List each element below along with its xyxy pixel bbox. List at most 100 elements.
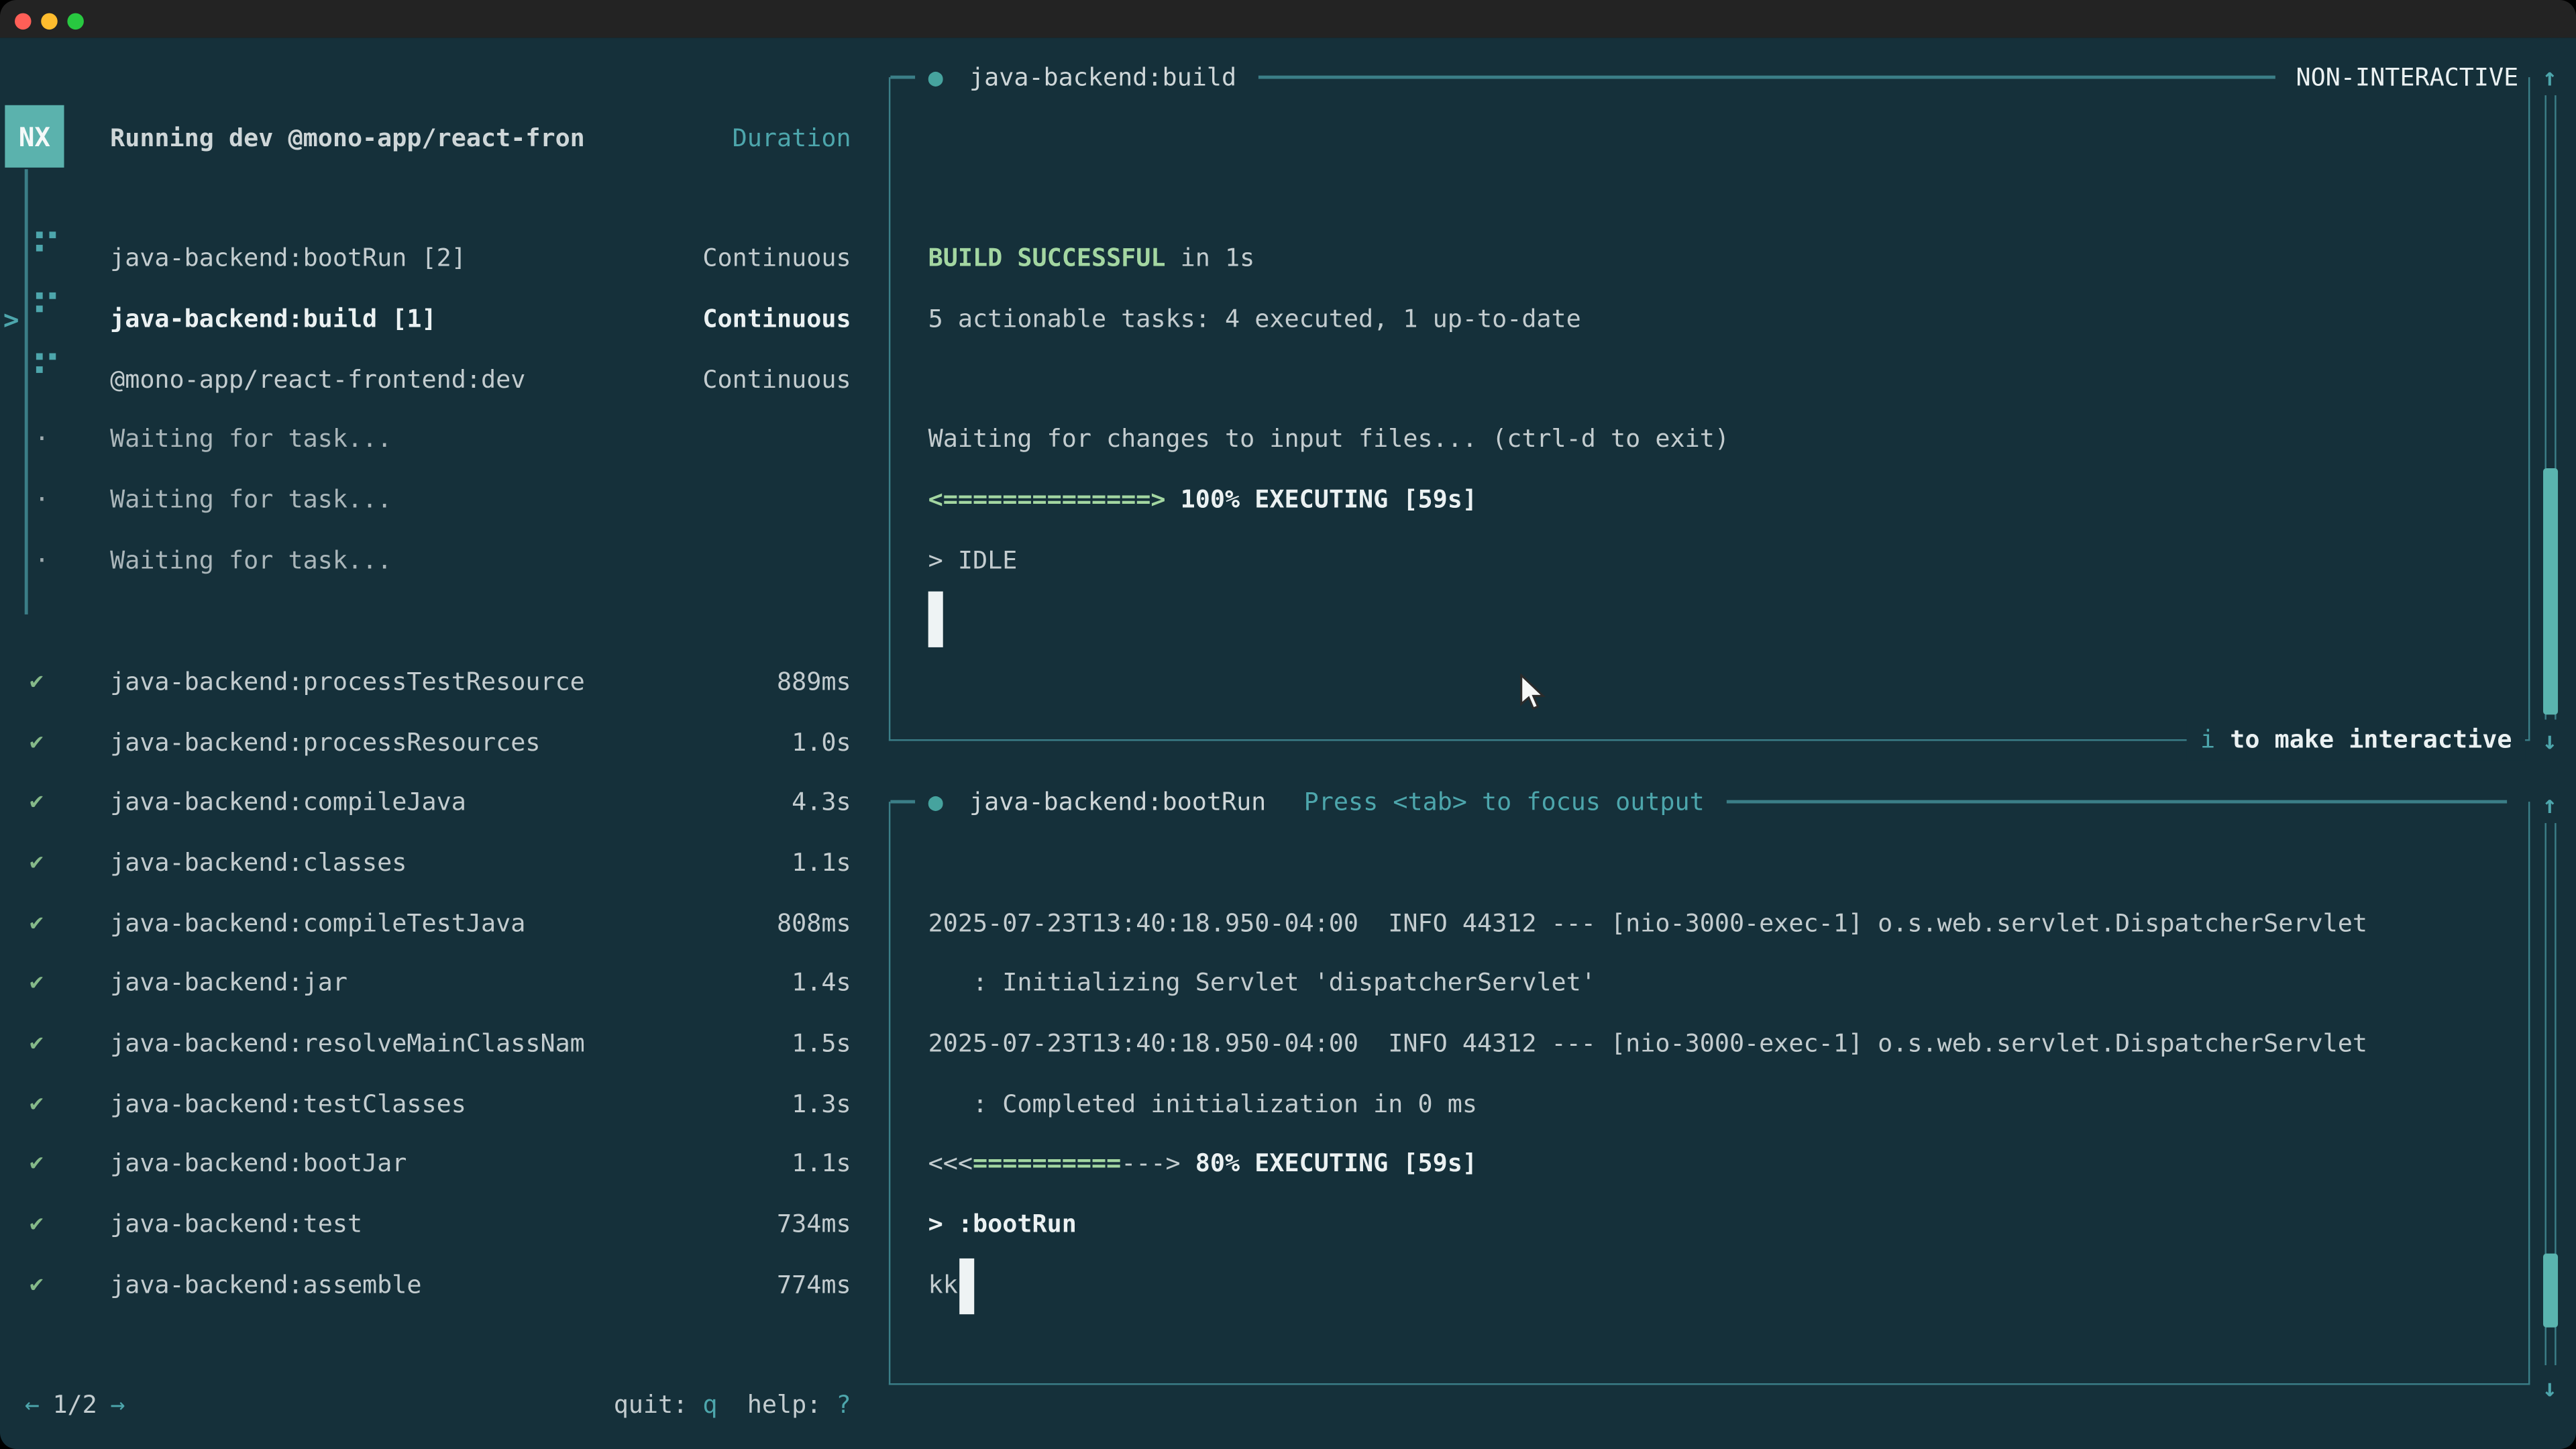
scroll-down-icon[interactable]: ↓ — [2536, 720, 2563, 763]
task-name: @mono-app/react-frontend:dev — [110, 350, 525, 411]
log-line: 2025-07-23T13:40:18.950-04:00 INFO 44312… — [928, 1022, 2367, 1065]
completed-task-row[interactable]: ✔ java-backend:processResources 1.0s — [0, 713, 887, 774]
task-duration: 1.0s — [792, 713, 851, 774]
task-status: Continuous — [702, 350, 851, 411]
checkmark-icon: ✔ — [30, 713, 44, 774]
bootrun-scrollbar-thumb[interactable] — [2543, 1254, 2558, 1328]
task-name: java-backend:bootRun [2] — [110, 228, 466, 289]
running-task-row-selected[interactable]: java-backend:build [1] Continuous — [0, 289, 887, 350]
quit-label: quit: — [614, 1390, 688, 1419]
build-progress-line: <==============> 100% EXECUTING [59s] — [928, 478, 1477, 521]
mouse-cursor-icon — [1515, 674, 1551, 720]
build-idle-line: > IDLE — [928, 539, 1018, 582]
build-summary-line: 5 actionable tasks: 4 executed, 1 up-to-… — [928, 297, 1581, 340]
bootrun-input-line[interactable]: kk — [928, 1263, 958, 1306]
completed-task-row[interactable]: ✔ java-backend:processTestResource 889ms — [0, 652, 887, 713]
minimize-button[interactable] — [41, 13, 57, 30]
checkmark-icon: ✔ — [30, 953, 44, 1014]
build-pane-title: java-backend:build — [969, 56, 1236, 99]
build-successful-text: BUILD SUCCESSFUL — [928, 243, 1166, 272]
terminal-window: NX Running dev @mono-app/react-fron Dura… — [0, 0, 2576, 1449]
task-name: java-backend:resolveMainClassNam — [110, 1014, 585, 1075]
viewport: NX Running dev @mono-app/react-fron Dura… — [0, 0, 2576, 1449]
task-duration: 1.4s — [792, 953, 851, 1014]
checkmark-icon: ✔ — [30, 1014, 44, 1075]
progress-open-glyphs: <<< — [928, 1148, 973, 1178]
page-indicator: 1/2 — [40, 1390, 111, 1419]
scroll-up-icon[interactable]: ↑ — [2536, 56, 2563, 99]
waiting-label: Waiting for task... — [110, 470, 392, 531]
bootrun-prompt-line: > :bootRun — [928, 1203, 1077, 1246]
build-time-text: in 1s — [1166, 243, 1255, 272]
waiting-task-row: · Waiting for task... — [0, 531, 887, 592]
checkmark-icon: ✔ — [30, 772, 44, 833]
task-duration: 889ms — [777, 652, 851, 713]
checkmark-icon: ✔ — [30, 1194, 44, 1255]
progress-bar-glyphs: ========== — [973, 1148, 1121, 1178]
build-pane-header: ● java-backend:build NON-INTERACTIVE — [890, 56, 2528, 99]
scroll-up-icon[interactable]: ↑ — [2536, 784, 2563, 826]
interactive-hint-key: i — [2200, 724, 2215, 754]
interactive-hint-text: to make interactive — [2215, 724, 2512, 754]
task-name: java-backend:jar — [110, 953, 347, 1014]
build-scrollbar-thumb[interactable] — [2543, 468, 2558, 714]
task-status: Continuous — [702, 289, 851, 350]
checkmark-icon: ✔ — [30, 1134, 44, 1195]
help-key: ? — [836, 1390, 851, 1419]
focus-output-hint: Press <tab> to focus output — [1304, 780, 1705, 823]
task-duration: 734ms — [777, 1194, 851, 1255]
completed-task-row[interactable]: ✔ java-backend:testClasses 1.3s — [0, 1075, 887, 1136]
waiting-task-row: · Waiting for task... — [0, 470, 887, 531]
task-name: java-backend:processResources — [110, 713, 540, 774]
completed-task-row[interactable]: ✔ java-backend:jar 1.4s — [0, 953, 887, 1014]
completed-task-row[interactable]: ✔ java-backend:test 734ms — [0, 1194, 887, 1255]
running-task-row[interactable]: java-backend:bootRun [2] Continuous — [0, 228, 887, 289]
pager[interactable]: ←1/2→ — [25, 1383, 125, 1426]
checkmark-icon: ✔ — [30, 652, 44, 713]
build-output-pane[interactable]: ● java-backend:build NON-INTERACTIVE i t… — [889, 77, 2530, 741]
task-duration: 808ms — [777, 894, 851, 955]
running-task-row[interactable]: @mono-app/react-frontend:dev Continuous — [0, 350, 887, 411]
quit-key: q — [702, 1390, 717, 1419]
bullet-icon: · — [34, 531, 49, 592]
task-name: java-backend:assemble — [110, 1255, 421, 1316]
border-stub — [890, 76, 915, 78]
close-button[interactable] — [15, 13, 31, 30]
task-duration: 1.1s — [792, 1134, 851, 1195]
scroll-down-icon[interactable]: ↓ — [2536, 1367, 2563, 1410]
keyboard-hints: quit: q help: ? — [614, 1383, 851, 1426]
window-titlebar[interactable] — [0, 0, 2576, 38]
duration-column-label: Duration — [733, 109, 851, 170]
log-line: 2025-07-23T13:40:18.950-04:00 INFO 44312… — [928, 902, 2367, 945]
task-duration: 1.1s — [792, 833, 851, 894]
log-line: : Completed initialization in 0 ms — [928, 1083, 1477, 1126]
task-name: java-backend:compileJava — [110, 772, 466, 833]
checkmark-icon: ✔ — [30, 1075, 44, 1136]
waiting-label: Waiting for task... — [110, 531, 392, 592]
task-name: java-backend:classes — [110, 833, 407, 894]
task-name: java-backend:testClasses — [110, 1075, 466, 1136]
task-duration: 1.3s — [792, 1075, 851, 1136]
interactive-hint: i to make interactive — [2187, 718, 2525, 761]
completed-task-row[interactable]: ✔ java-backend:bootJar 1.1s — [0, 1134, 887, 1195]
bootrun-pane-header: ● java-backend:bootRun Press <tab> to fo… — [890, 780, 2528, 823]
progress-label: 100% EXECUTING [59s] — [1166, 484, 1477, 514]
task-bullet-icon: ● — [915, 56, 969, 99]
maximize-button[interactable] — [67, 13, 83, 30]
completed-task-row[interactable]: ✔ java-backend:compileJava 4.3s — [0, 772, 887, 833]
completed-task-row[interactable]: ✔ java-backend:classes 1.1s — [0, 833, 887, 894]
build-waiting-line: Waiting for changes to input files... (c… — [928, 417, 1729, 460]
page-next-arrow-icon[interactable]: → — [110, 1390, 125, 1419]
run-command-title: Running dev @mono-app/react-fron — [110, 109, 585, 170]
completed-task-row[interactable]: ✔ java-backend:resolveMainClassNam 1.5s — [0, 1014, 887, 1075]
page-prev-arrow-icon[interactable]: ← — [25, 1390, 40, 1419]
header-rule — [1258, 76, 2275, 78]
completed-task-row[interactable]: ✔ java-backend:assemble 774ms — [0, 1255, 887, 1316]
bootrun-pane-title: java-backend:bootRun — [969, 780, 1266, 823]
bullet-icon: · — [34, 470, 49, 531]
completed-task-row[interactable]: ✔ java-backend:compileTestJava 808ms — [0, 894, 887, 955]
task-duration: 1.5s — [792, 1014, 851, 1075]
border-stub — [890, 800, 915, 803]
header-rule — [1726, 800, 2507, 803]
progress-label: 80% EXECUTING [59s] — [1181, 1148, 1477, 1178]
